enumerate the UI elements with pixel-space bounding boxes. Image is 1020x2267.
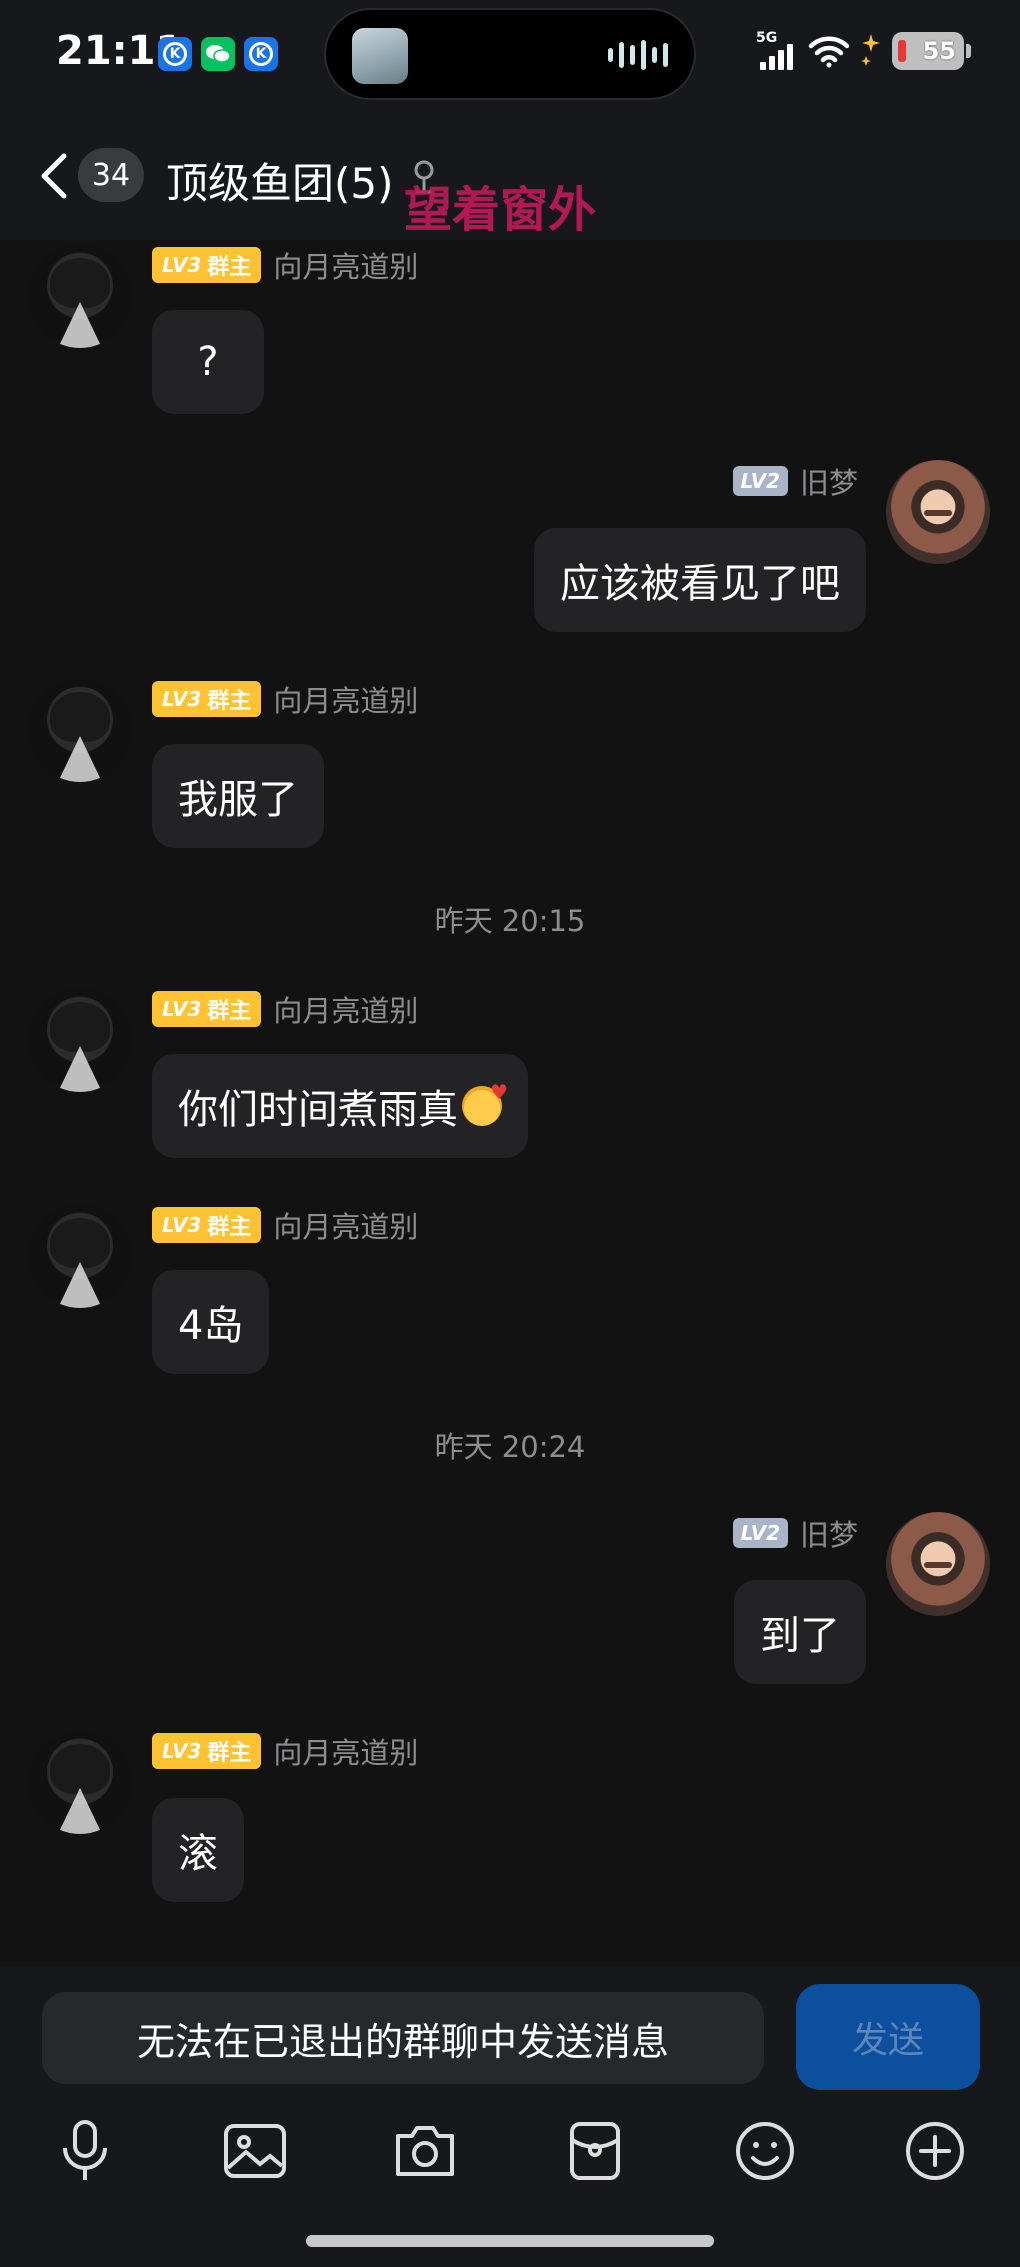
status-bar: 21:11 K K 5G 55 bbox=[0, 0, 1020, 110]
group-title[interactable]: 顶级鱼团(5) bbox=[166, 150, 394, 211]
input-toolbar bbox=[0, 2116, 1020, 2206]
message-meta: LV2 旧梦 bbox=[732, 460, 858, 502]
message-bubble[interactable]: 滚 bbox=[152, 1798, 244, 1902]
disabled-input-notice: 无法在已退出的群聊中发送消息 bbox=[42, 1992, 764, 2084]
smiling-face-with-hearts-icon bbox=[462, 1080, 508, 1126]
chat-header: 34 顶级鱼团(5) 望着窗外 bbox=[0, 110, 1020, 240]
level-badge: LV3 群主 bbox=[152, 247, 262, 283]
message-bubble[interactable]: 我服了 bbox=[152, 744, 324, 848]
sender-name[interactable]: 向月亮道别 bbox=[273, 678, 418, 720]
microphone-icon[interactable] bbox=[50, 2116, 120, 2186]
sender-name[interactable]: 旧梦 bbox=[800, 1512, 858, 1554]
level-badge: LV2 bbox=[732, 1518, 788, 1548]
battery-icon: 55 bbox=[892, 32, 971, 70]
message-bubble[interactable]: 应该被看见了吧 bbox=[534, 528, 866, 632]
back-chevron-icon[interactable] bbox=[34, 152, 74, 200]
message-bubble[interactable]: ? bbox=[152, 310, 264, 414]
message-bubble[interactable]: 你们时间煮雨真 bbox=[152, 1054, 528, 1158]
sender-name[interactable]: 旧梦 bbox=[800, 460, 858, 502]
timestamp: 昨天 20:24 bbox=[434, 1430, 586, 1464]
cellular-signal-icon: 5G bbox=[756, 30, 798, 70]
avatar-other[interactable] bbox=[28, 1204, 132, 1308]
message-bubble[interactable]: 4岛 bbox=[152, 1270, 270, 1374]
message-meta: LV2 旧梦 bbox=[732, 1512, 858, 1554]
watermark-text: 望着窗外 bbox=[404, 182, 597, 238]
avatar-other[interactable] bbox=[28, 244, 132, 348]
message-meta: LV3 群主 向月亮道别 bbox=[152, 246, 418, 284]
avatar-me[interactable] bbox=[886, 1512, 990, 1616]
level-badge: LV3 群主 bbox=[152, 1733, 262, 1769]
send-button[interactable]: 发送 bbox=[796, 1984, 980, 2090]
audio-wave-icon bbox=[608, 40, 668, 70]
sender-name[interactable]: 向月亮道别 bbox=[273, 1204, 418, 1246]
timestamp: 昨天 20:15 bbox=[434, 904, 586, 938]
camera-icon[interactable] bbox=[390, 2116, 460, 2186]
system-icons: 5G 55 bbox=[756, 30, 971, 70]
image-icon[interactable] bbox=[220, 2116, 290, 2186]
media-thumbnail bbox=[352, 28, 408, 84]
avatar-me[interactable] bbox=[886, 460, 990, 564]
avatar-other[interactable] bbox=[28, 678, 132, 782]
wechat-icon bbox=[201, 37, 235, 71]
message-meta: LV3 群主 向月亮道别 bbox=[152, 1206, 418, 1244]
message-text: 你们时间煮雨真 bbox=[178, 1087, 458, 1133]
sparkle-icon bbox=[861, 34, 880, 66]
red-packet-icon[interactable] bbox=[560, 2116, 630, 2186]
dynamic-island[interactable] bbox=[324, 8, 696, 100]
message-bubble[interactable]: 到了 bbox=[734, 1580, 866, 1684]
message-meta: LV3 群主 向月亮道别 bbox=[152, 990, 418, 1028]
avatar-other[interactable] bbox=[28, 1730, 132, 1834]
level-badge: LV3 群主 bbox=[152, 1207, 262, 1243]
wifi-icon bbox=[808, 36, 850, 68]
k-app-icon: K bbox=[244, 37, 278, 71]
emoji-icon[interactable] bbox=[730, 2116, 800, 2186]
input-bar: 无法在已退出的群聊中发送消息 发送 bbox=[0, 1966, 1020, 2267]
avatar-other[interactable] bbox=[28, 988, 132, 1092]
level-badge: LV2 bbox=[732, 466, 788, 496]
plus-icon[interactable] bbox=[900, 2116, 970, 2186]
level-badge: LV3 群主 bbox=[152, 991, 262, 1027]
home-indicator[interactable] bbox=[306, 2235, 714, 2247]
notification-icons: K K bbox=[158, 37, 278, 71]
k-app-icon: K bbox=[158, 37, 192, 71]
sender-name[interactable]: 向月亮道别 bbox=[273, 244, 418, 286]
sender-name[interactable]: 向月亮道别 bbox=[273, 1730, 418, 1772]
message-meta: LV3 群主 向月亮道别 bbox=[152, 1732, 418, 1770]
battery-level: 55 bbox=[922, 37, 956, 65]
sender-name[interactable]: 向月亮道别 bbox=[273, 988, 418, 1030]
unread-count-badge[interactable]: 34 bbox=[78, 148, 144, 202]
level-badge: LV3 群主 bbox=[152, 681, 262, 717]
message-meta: LV3 群主 向月亮道别 bbox=[152, 680, 418, 718]
